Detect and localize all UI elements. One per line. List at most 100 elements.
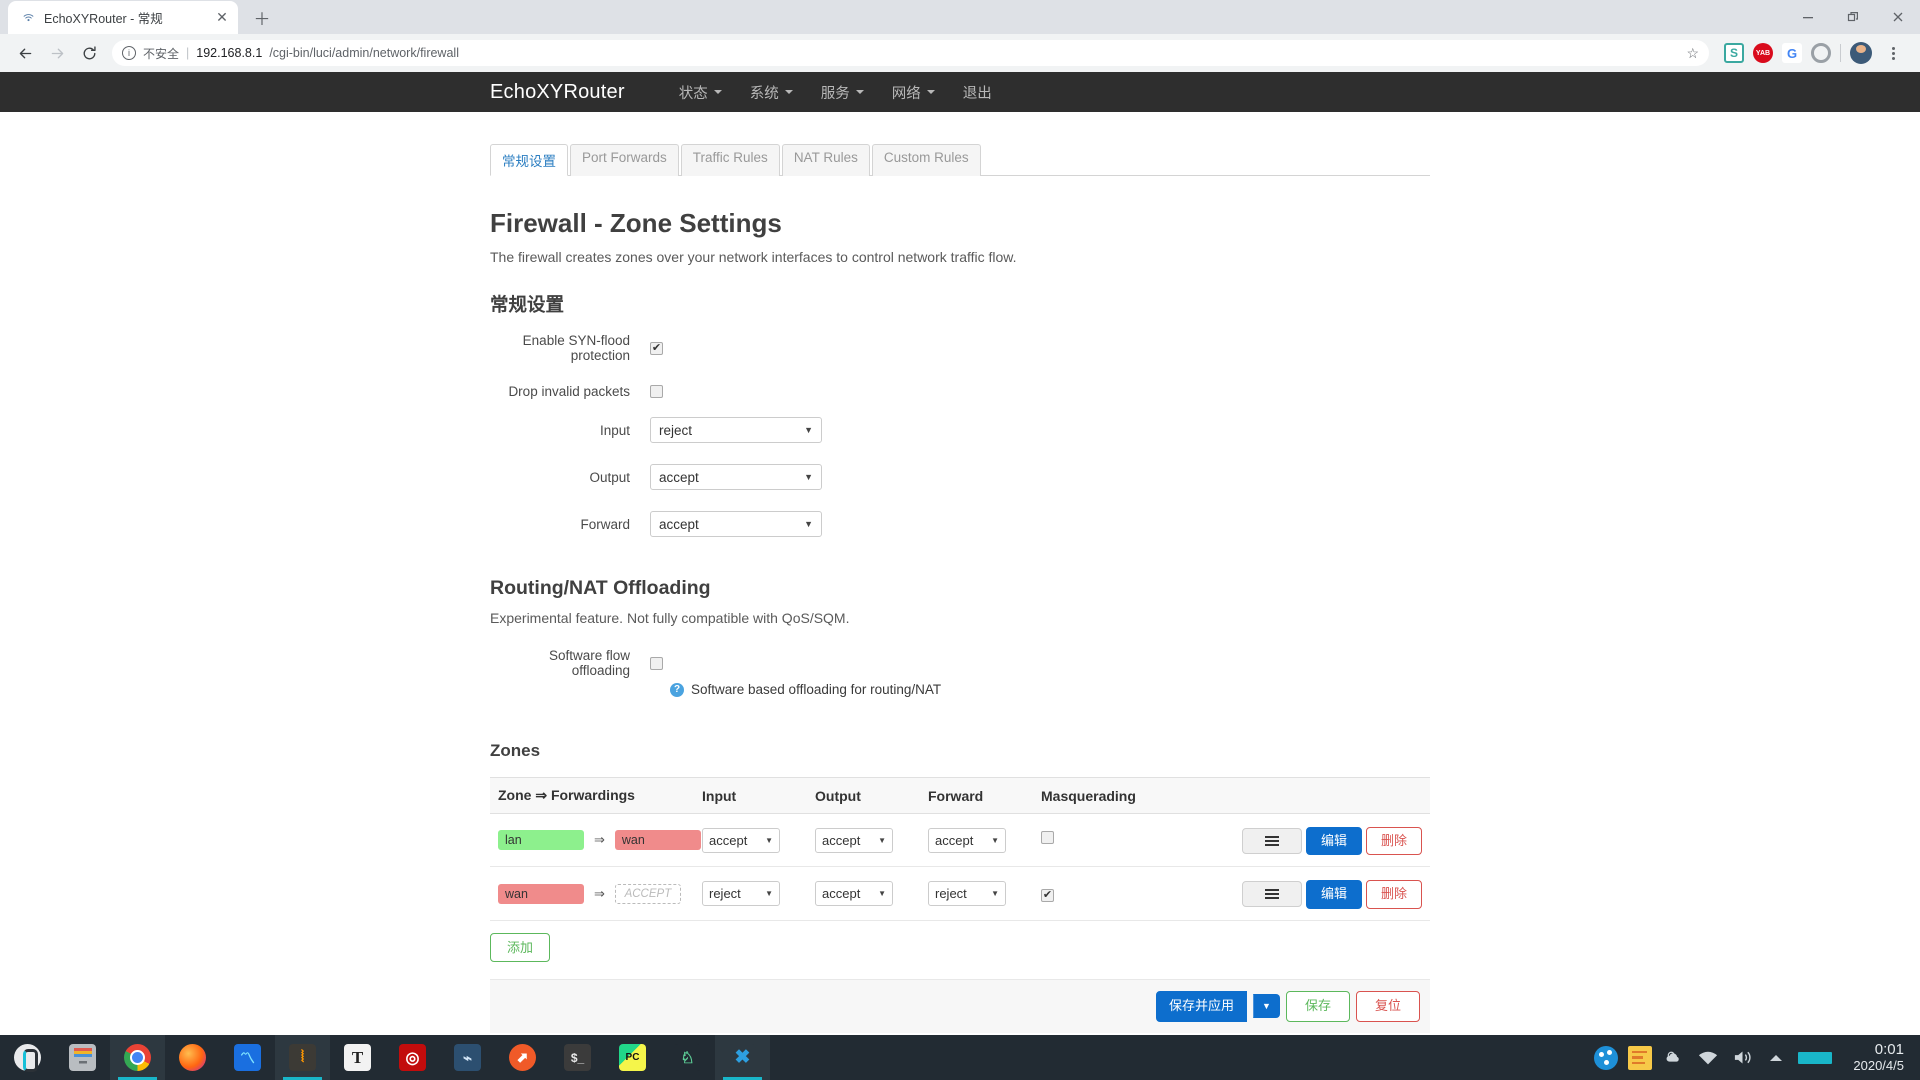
save-and-apply-button[interactable]: 保存并应用: [1156, 990, 1248, 1022]
drop-invalid-label: Drop invalid packets: [508, 384, 630, 399]
chevron-down-icon[interactable]: ▼: [1253, 994, 1280, 1019]
tab-general-settings[interactable]: 常规设置: [490, 144, 568, 176]
hamburger-menu-icon[interactable]: [1241, 881, 1302, 908]
row-output-value: accept: [822, 886, 861, 902]
postman-button[interactable]: ⬈: [495, 1035, 550, 1080]
nav-item-logout[interactable]: 退出: [949, 82, 1006, 103]
firefox-button[interactable]: [165, 1035, 220, 1080]
nav-item-system[interactable]: 系统: [736, 82, 807, 103]
output-label: Output: [589, 469, 630, 485]
delete-button[interactable]: 删除: [1365, 880, 1422, 909]
google-translate-icon[interactable]: G: [1782, 43, 1802, 63]
system-monitor-button[interactable]: 〽: [220, 1035, 275, 1080]
reset-button[interactable]: 复位: [1355, 990, 1420, 1022]
arrow-back-icon[interactable]: [10, 38, 40, 68]
chevron-down-icon: ▼: [804, 472, 813, 482]
close-window-button[interactable]: [1875, 0, 1920, 34]
row-masquerading-cell: [1041, 813, 1196, 868]
restore-button[interactable]: [1830, 0, 1875, 34]
hamburger-menu-icon[interactable]: [1241, 828, 1302, 854]
address-bar[interactable]: i 不安全 | 192.168.8.1/cgi-bin/luci/admin/n…: [112, 40, 1709, 66]
vscode-icon: ✖: [729, 1044, 756, 1071]
browser-tab[interactable]: EchoXYRouter - 常规 ✕: [8, 1, 238, 34]
typora-icon: T: [344, 1044, 371, 1071]
new-tab-button[interactable]: ＋: [248, 3, 276, 31]
add-button[interactable]: 添加: [490, 932, 551, 962]
zone-chip-dest-placeholder[interactable]: ACCEPT: [614, 883, 681, 904]
weather-tray-icon[interactable]: [1657, 1035, 1691, 1080]
circle-extension-icon[interactable]: [1811, 43, 1831, 63]
close-icon[interactable]: ✕: [214, 9, 230, 26]
row-output-select[interactable]: accept ▼: [815, 881, 893, 907]
zone-chip-dest[interactable]: wan: [614, 830, 701, 851]
row-input-cell: reject ▼: [702, 866, 815, 921]
flow-offloading-checkbox[interactable]: [650, 656, 663, 670]
tab-port-forwards[interactable]: Port Forwards: [570, 144, 679, 176]
navicat-button[interactable]: ⌁: [440, 1035, 495, 1080]
nav-item-services[interactable]: 服务: [807, 82, 878, 103]
sublime-text-button[interactable]: ⦚: [275, 1035, 330, 1080]
terminal-button[interactable]: $_: [550, 1035, 605, 1080]
vscode-button[interactable]: ✖: [715, 1035, 770, 1080]
chrome-button[interactable]: [110, 1035, 165, 1080]
taskbar: 〽 ⦚ T ◎ ⌁ ⬈ $_ PC ♘ ✖ 0:01 2020/4/5: [0, 1035, 1920, 1080]
battery-tray-icon[interactable]: [1793, 1035, 1837, 1080]
notes-tray-icon[interactable]: [1623, 1035, 1657, 1080]
reload-icon[interactable]: [74, 38, 104, 68]
minimize-button[interactable]: [1785, 0, 1830, 34]
bookmark-star-icon[interactable]: ☆: [1686, 45, 1699, 62]
row-forward-cell: reject ▼: [928, 866, 1041, 921]
tab-nat-rules[interactable]: NAT Rules: [781, 144, 870, 176]
row-input-select[interactable]: accept ▼: [702, 827, 780, 853]
syn-flood-checkbox[interactable]: [650, 341, 663, 355]
edit-button[interactable]: 编辑: [1305, 880, 1362, 909]
row-input-select[interactable]: reject ▼: [702, 881, 780, 907]
save-button[interactable]: 保存: [1285, 990, 1350, 1022]
netease-music-button[interactable]: ◎: [385, 1035, 440, 1080]
row-actions-cell: 编辑 删除: [1196, 866, 1430, 921]
zone-chip-source[interactable]: lan: [498, 830, 584, 851]
delete-button[interactable]: 删除: [1365, 826, 1422, 856]
volume-tray-icon[interactable]: [1725, 1035, 1759, 1080]
file-manager-button[interactable]: [55, 1035, 110, 1080]
s-extension-icon[interactable]: S: [1724, 43, 1744, 63]
browser-chrome: EchoXYRouter - 常规 ✕ ＋ i 不安全 | 192.168.8.…: [0, 0, 1920, 72]
row-forward-select[interactable]: accept ▼: [928, 827, 1006, 853]
site-info-icon[interactable]: i: [122, 46, 136, 60]
chevron-down-icon: ▼: [804, 425, 813, 435]
user-avatar[interactable]: [1850, 42, 1872, 64]
browser-toolbar: i 不安全 | 192.168.8.1/cgi-bin/luci/admin/n…: [0, 34, 1920, 72]
idea-button[interactable]: ♘: [660, 1035, 715, 1080]
taskbar-clock[interactable]: 0:01 2020/4/5: [1837, 1041, 1910, 1073]
tab-traffic-rules[interactable]: Traffic Rules: [680, 144, 780, 176]
arrow-forward-icon[interactable]: [42, 38, 72, 68]
window-controls: [1785, 0, 1920, 34]
three-dot-menu-icon[interactable]: [1881, 41, 1905, 65]
row-masquerading-checkbox[interactable]: [1041, 888, 1054, 902]
tab-custom-rules[interactable]: Custom Rules: [871, 144, 981, 176]
edit-button[interactable]: 编辑: [1305, 826, 1362, 856]
zone-chip-source[interactable]: wan: [498, 883, 584, 904]
show-hidden-tray-icon[interactable]: [1759, 1035, 1793, 1080]
yab-extension-icon[interactable]: YAB: [1753, 43, 1773, 63]
zones-table-body: lan ⇒ wan accept ▼ accept ▼ accept ▼ 编辑 …: [490, 813, 1430, 921]
row-output-select[interactable]: accept ▼: [815, 827, 893, 853]
start-orb-icon: [14, 1044, 41, 1072]
drop-invalid-checkbox[interactable]: [650, 385, 663, 398]
row-forward-select[interactable]: reject ▼: [928, 881, 1006, 907]
nav-item-status[interactable]: 状态: [665, 82, 736, 103]
chevron-down-icon: [713, 90, 722, 94]
page-title: Firewall - Zone Settings: [490, 208, 782, 238]
forward-select[interactable]: accept ▼: [650, 511, 822, 537]
row-output-value: accept: [822, 832, 861, 848]
row-masquerading-checkbox[interactable]: [1041, 831, 1054, 845]
wifi-tray-icon[interactable]: [1691, 1035, 1725, 1080]
start-button[interactable]: [0, 1035, 55, 1080]
output-select[interactable]: accept ▼: [650, 464, 822, 490]
nav-item-network[interactable]: 网络: [878, 82, 949, 103]
col-zone-forwardings: Zone ⇒ Forwardings: [490, 777, 702, 814]
share-tray-icon[interactable]: [1589, 1035, 1623, 1080]
input-select[interactable]: reject ▼: [650, 417, 822, 443]
pycharm-button[interactable]: PC: [605, 1035, 660, 1080]
typora-button[interactable]: T: [330, 1035, 385, 1080]
